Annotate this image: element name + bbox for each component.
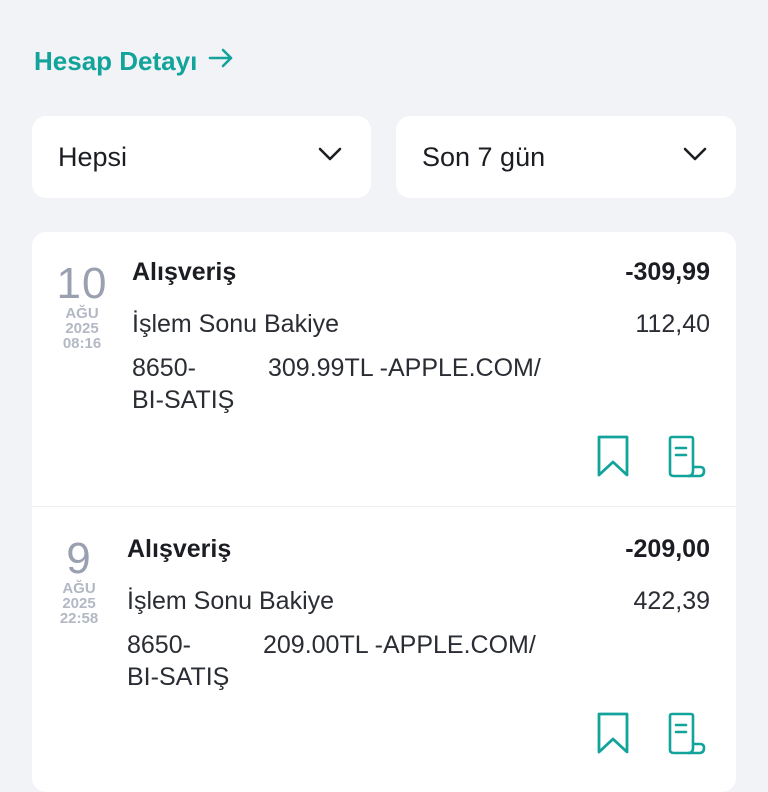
- transaction-description: 8650- 309.99TL -APPLE.COM/ BI-SATIŞ: [132, 352, 541, 416]
- arrow-right-icon: [207, 44, 235, 79]
- transaction-month: AĞU: [65, 305, 99, 322]
- transaction-month: AĞU: [62, 580, 96, 597]
- description-text: 209.00TL -APPLE.COM/: [263, 631, 536, 659]
- account-detail-link[interactable]: Hesap Detayı: [34, 44, 235, 79]
- transaction-row[interactable]: 10 AĞU 2025 08:16 Alışveriş -309,99 İşle…: [32, 232, 736, 506]
- balance-value: 112,40: [635, 310, 710, 338]
- card-code: 8650-: [132, 354, 196, 382]
- bookmark-icon[interactable]: [594, 434, 634, 478]
- receipt-icon[interactable]: [666, 711, 706, 755]
- account-detail-link-label: Hesap Detayı: [34, 46, 198, 76]
- transaction-date: 9 AĞU 2025 22:58: [32, 534, 129, 627]
- transaction-time: 08:16: [62, 335, 102, 352]
- transaction-actions: [594, 434, 706, 478]
- transaction-title: Alışveriş: [132, 258, 237, 286]
- transaction-amount: -209,00: [625, 535, 710, 563]
- period-dropdown[interactable]: Son 7 gün: [396, 116, 736, 198]
- balance-value: 422,39: [633, 587, 710, 615]
- balance-label: İşlem Sonu Bakiye: [132, 310, 340, 338]
- period-value: Son 7 gün: [422, 141, 546, 172]
- transaction-row[interactable]: 9 AĞU 2025 22:58 Alışveriş -209,00 İşlem…: [32, 506, 736, 781]
- description-text-line2: BI-SATIŞ: [127, 663, 230, 691]
- transaction-type-dropdown[interactable]: Hepsi: [32, 116, 371, 198]
- transaction-title: Alışveriş: [127, 535, 232, 563]
- description-text: 309.99TL -APPLE.COM/: [268, 354, 541, 382]
- transaction-date: 10 AĞU 2025 08:16: [32, 259, 132, 352]
- description-text-line2: BI-SATIŞ: [132, 386, 235, 414]
- card-code: 8650-: [127, 631, 191, 659]
- chevron-down-icon: [315, 139, 345, 176]
- transaction-type-value: Hepsi: [58, 141, 128, 172]
- transaction-year: 2025: [62, 595, 96, 612]
- balance-label: İşlem Sonu Bakiye: [127, 587, 335, 615]
- transaction-description: 8650- 209.00TL -APPLE.COM/ BI-SATIŞ: [127, 629, 536, 693]
- transaction-list: 10 AĞU 2025 08:16 Alışveriş -309,99 İşle…: [32, 232, 736, 792]
- transaction-day: 9: [66, 534, 92, 583]
- transaction-actions: [594, 711, 706, 755]
- receipt-icon[interactable]: [666, 434, 706, 478]
- transaction-year: 2025: [65, 320, 99, 337]
- transaction-day: 10: [56, 259, 108, 308]
- chevron-down-icon: [680, 139, 710, 176]
- bookmark-icon[interactable]: [594, 711, 634, 755]
- transaction-amount: -309,99: [625, 258, 710, 286]
- transaction-time: 22:58: [59, 610, 99, 627]
